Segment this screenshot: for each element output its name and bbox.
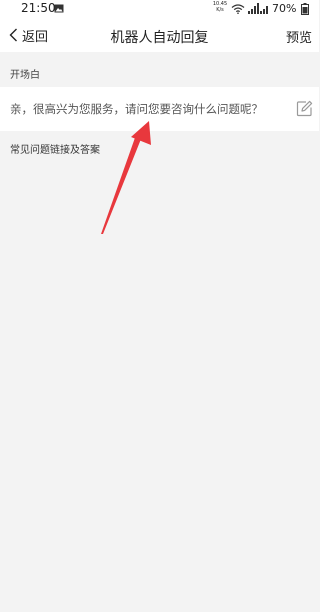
greeting-row[interactable]: 亲，很高兴为您服务，请问您要咨询什么问题呢？ — [0, 87, 319, 131]
greeting-text: 亲，很高兴为您服务，请问您要咨询什么问题呢？ — [10, 102, 263, 116]
battery-icon — [301, 3, 309, 15]
opening-section-label: 开场白 — [10, 70, 40, 81]
signal-icon — [248, 3, 268, 14]
status-time: 21:50 — [21, 1, 56, 15]
wifi-icon — [231, 4, 245, 14]
network-speed: 10.45 K/s — [211, 1, 229, 13]
preview-button[interactable]: 预览 — [286, 27, 312, 46]
battery-percentage: 70% — [272, 2, 297, 15]
navigation-bar: 返回 机器人自动回复 预览 — [0, 18, 319, 52]
page-title: 机器人自动回复 — [110, 30, 209, 46]
edit-icon[interactable] — [296, 100, 313, 117]
faq-section-label: 常见问题链接及答案 — [10, 145, 100, 156]
status-bar: 21:50 10.45 K/s 70% — [0, 0, 319, 18]
network-speed-unit: K/s — [216, 7, 224, 13]
annotation-arrow-shaft — [101, 132, 143, 234]
image-icon — [54, 4, 64, 13]
